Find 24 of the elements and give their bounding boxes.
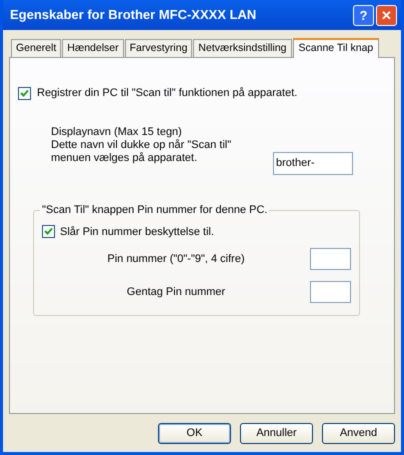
tab[interactable]: Scanne Til knap: [292, 38, 380, 58]
tab[interactable]: Generelt: [11, 39, 62, 57]
window-title: Egenskaber for Brother MFC-XXXX LAN: [9, 6, 258, 24]
tab[interactable]: Farvestyring: [124, 39, 192, 57]
dialog-button[interactable]: Annuller: [240, 423, 313, 444]
close-button[interactable]: ✕: [376, 4, 397, 26]
description-text: menuen vælges på apparatet.: [51, 152, 198, 164]
tab[interactable]: Netværksindstilling: [193, 39, 292, 57]
description-text: Dette navn vil dukke op når "Scan til": [51, 138, 232, 152]
description-text: Displaynavn (Max 15 tegn): [51, 126, 183, 138]
field-label: Pin nummer ("0"-"9", 4 cifre): [106, 252, 246, 267]
checkbox[interactable]: [42, 225, 55, 238]
help-button[interactable]: ?: [353, 4, 374, 26]
field-label: Gentag Pin nummer: [126, 284, 226, 300]
dialog-button[interactable]: OK: [158, 423, 231, 444]
dialog-button[interactable]: Anvend: [322, 423, 395, 444]
display-name-field[interactable]: brother-: [273, 152, 353, 174]
pin-field[interactable]: [310, 248, 351, 270]
group-title: "Scan Til" knappen Pin nummer for denne PC.: [40, 204, 270, 216]
checkbox-label: Slår Pin nummer beskyttelse til.: [60, 224, 214, 240]
checkbox[interactable]: [18, 86, 31, 100]
checkbox-label: Registrer din PC til "Scan til" funktionen på apparatet.: [37, 86, 298, 101]
pin-field[interactable]: [310, 281, 351, 303]
tab[interactable]: Hændelser: [62, 39, 124, 57]
